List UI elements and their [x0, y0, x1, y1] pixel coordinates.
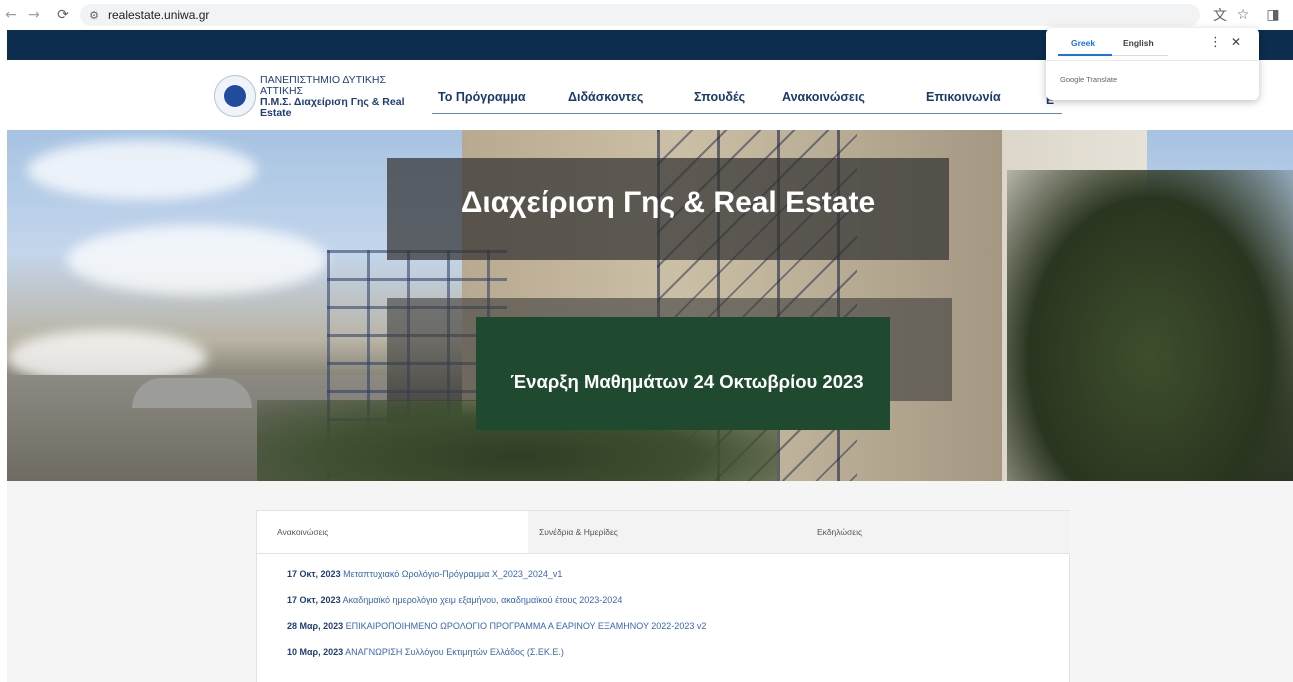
side-panel-icon[interactable]: ◨: [1263, 5, 1283, 25]
tab-events[interactable]: Εκδηλώσεις: [799, 511, 1070, 553]
address-bar[interactable]: ⚙ realestate.uniwa.gr: [80, 4, 1200, 26]
news-link[interactable]: Ακαδημαϊκό ημερολόγιο χειμ εξαμήνου, ακα…: [343, 595, 623, 605]
university-seal-logo[interactable]: [214, 75, 256, 117]
browser-toolbar: ← → ⟳ ⚙ realestate.uniwa.gr 文 ☆ ◨: [0, 0, 1293, 30]
more-options-icon[interactable]: ⋮: [1209, 35, 1222, 50]
bookmark-star-icon[interactable]: ☆: [1233, 5, 1253, 25]
menu-item-program[interactable]: Το Πρόγραμμα: [438, 90, 526, 104]
site-settings-icon[interactable]: ⚙: [84, 9, 104, 22]
logo-program-name-cont: Estate: [260, 107, 292, 119]
hero-title: Διαχείριση Γης & Real Estate: [460, 186, 876, 219]
menu-item-announcements[interactable]: Ανακοινώσεις: [782, 90, 865, 104]
news-link[interactable]: ΑΝΑΓΝΩΡΙΣΗ Συλλόγου Εκτιμητών Ελλάδος (Σ…: [345, 647, 564, 657]
hero-subtitle: Έναρξη Μαθημάτων 24 Οκτωβρίου 2023: [510, 371, 864, 392]
news-list: 17 Οκτ, 2023 Μεταπτυχιακό Ωρολόγιο-Πρόγρ…: [287, 569, 1057, 673]
news-tabs: Ανακοινώσεις Συνέδρια & Ημερίδες Εκδηλώσ…: [257, 511, 1070, 554]
inactive-tab-indicator: [1112, 55, 1168, 56]
hero-title-box: Διαχείριση Γης & Real Estate: [387, 158, 949, 260]
close-icon[interactable]: ✕: [1231, 35, 1241, 49]
translate-tab-greek[interactable]: Greek: [1071, 38, 1095, 48]
google-translate-popup: Greek English ⋮ ✕ Google Translate: [1046, 28, 1259, 100]
site-logo-text[interactable]: ΠΑΝΕΠΙΣΤΗΜΙΟ ΔΥΤΙΚΗΣ ΑΤΤΙΚΗΣ Π.Μ.Σ. Διαχ…: [260, 75, 430, 119]
content-section: Ανακοινώσεις Συνέδρια & Ημερίδες Εκδηλώσ…: [7, 481, 1293, 682]
main-menu: Το Πρόγραμμα Διδάσκοντες Σπουδές Ανακοιν…: [432, 88, 1062, 114]
news-link[interactable]: Μεταπτυχιακό Ωρολόγιο-Πρόγραμμα Χ_2023_2…: [343, 569, 562, 579]
news-item: 28 Μαρ, 2023 ΕΠΙΚΑΙΡΟΠΟΙΗΜΕΝΟ ΩΡΟΛΟΓΙΟ Π…: [287, 621, 1057, 647]
news-panel: Ανακοινώσεις Συνέδρια & Ημερίδες Εκδηλώσ…: [256, 510, 1070, 682]
news-item: 17 Οκτ, 2023 Ακαδημαϊκό ημερολόγιο χειμ …: [287, 595, 1057, 621]
translate-footer: Google Translate: [1060, 75, 1118, 84]
logo-university-name: ΠΑΝΕΠΙΣΤΗΜΙΟ ΔΥΤΙΚΗΣ ΑΤΤΙΚΗΣ: [260, 74, 386, 97]
translate-icon[interactable]: 文: [1210, 5, 1230, 25]
url-text[interactable]: realestate.uniwa.gr: [108, 8, 209, 22]
tab-announcements[interactable]: Ανακοινώσεις: [257, 511, 528, 553]
active-tab-indicator: [1058, 54, 1112, 56]
reload-icon[interactable]: ⟳: [52, 4, 74, 26]
menu-item-contact[interactable]: Επικοινωνία: [926, 90, 1001, 104]
news-item: 17 Οκτ, 2023 Μεταπτυχιακό Ωρολόγιο-Πρόγρ…: [287, 569, 1057, 595]
cloud: [27, 140, 257, 200]
trees-right: [1007, 170, 1293, 481]
news-item: 10 Μαρ, 2023 ΑΝΑΓΝΩΡΙΣΗ Συλλόγου Εκτιμητ…: [287, 647, 1057, 673]
translate-tab-english[interactable]: English: [1123, 38, 1154, 48]
back-icon[interactable]: ←: [0, 4, 22, 26]
cloud: [67, 225, 327, 295]
news-date: 28 Μαρ, 2023: [287, 621, 344, 631]
news-date: 17 Οκτ, 2023: [287, 595, 341, 605]
news-link[interactable]: ΕΠΙΚΑΙΡΟΠΟΙΗΜΕΝΟ ΩΡΟΛΟΓΙΟ ΠΡΟΓΡΑΜΜΑ Α ΕΑ…: [346, 621, 707, 631]
forward-icon[interactable]: →: [23, 4, 45, 26]
menu-item-faculty[interactable]: Διδάσκοντες: [568, 90, 643, 104]
curved-roof: [132, 378, 252, 408]
news-date: 10 Μαρ, 2023: [287, 647, 344, 657]
hero-banner: Διαχείριση Γης & Real Estate Έναρξη Μαθη…: [7, 130, 1293, 481]
seal-emblem: [224, 85, 246, 107]
tab-conferences[interactable]: Συνέδρια & Ημερίδες: [528, 511, 799, 553]
popup-divider: [1046, 60, 1259, 61]
menu-item-studies[interactable]: Σπουδές: [694, 90, 745, 104]
news-date: 17 Οκτ, 2023: [287, 569, 341, 579]
